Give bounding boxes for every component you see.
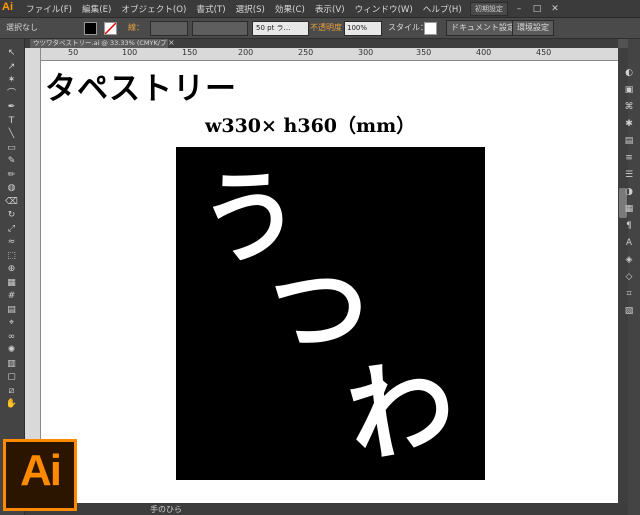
brush-dropdown[interactable]: 50 pt ラ… bbox=[252, 21, 309, 36]
scale-icon[interactable]: ⤢ bbox=[4, 223, 19, 235]
line-icon[interactable]: ╲ bbox=[4, 128, 19, 140]
logo-text: Ai bbox=[20, 446, 62, 495]
panel-icon[interactable]: ◈ bbox=[622, 255, 636, 266]
blend-icon[interactable]: ∞ bbox=[4, 331, 19, 343]
blob-brush-icon[interactable]: ◍ bbox=[4, 182, 19, 194]
panel-icon[interactable]: ⌘ bbox=[622, 102, 636, 113]
slice-icon[interactable]: ⧄ bbox=[4, 385, 19, 397]
none-slash-icon bbox=[105, 23, 116, 34]
artboard-title: タペストリー bbox=[45, 71, 237, 107]
selection-icon[interactable]: ↖ bbox=[4, 47, 19, 59]
graph-icon[interactable]: ▥ bbox=[4, 358, 19, 370]
panel-icon[interactable]: ▤ bbox=[622, 136, 636, 147]
ruler-tick: 250 bbox=[298, 48, 314, 57]
stroke-weight-dropdown[interactable] bbox=[150, 21, 188, 36]
menu-effect[interactable]: 効果(C) bbox=[275, 3, 305, 15]
rectangle-icon[interactable]: ▭ bbox=[4, 142, 19, 154]
menu-object[interactable]: オブジェクト(O) bbox=[121, 3, 186, 15]
mesh-icon[interactable]: # bbox=[4, 290, 19, 302]
panel-icon[interactable]: ◑ bbox=[622, 187, 636, 198]
status-bar bbox=[24, 503, 628, 515]
menu-view[interactable]: 表示(V) bbox=[315, 3, 345, 15]
paintbrush-icon[interactable]: ✎ bbox=[4, 155, 19, 167]
menu-type[interactable]: 書式(T) bbox=[196, 3, 225, 15]
ruler-tick: 350 bbox=[416, 48, 432, 57]
style-label: スタイル： bbox=[388, 23, 428, 32]
perspective-icon[interactable]: ▦ bbox=[4, 277, 19, 289]
menu-window[interactable]: ウィンドウ(W) bbox=[355, 3, 413, 15]
fill-swatch[interactable] bbox=[84, 22, 97, 35]
workspace-switcher[interactable]: 初期設定 bbox=[470, 2, 508, 16]
horizontal-ruler: 50 100 150 200 250 300 350 400 450 bbox=[40, 48, 618, 61]
hand-icon[interactable]: ✋ bbox=[4, 398, 19, 410]
ruler-tick: 100 bbox=[122, 48, 138, 57]
ruler-tick: 300 bbox=[358, 48, 374, 57]
stroke-label: 線： bbox=[128, 23, 144, 32]
variable-width-dropdown[interactable] bbox=[192, 21, 248, 36]
panel-icon[interactable]: A bbox=[622, 238, 636, 249]
tapestry-panel[interactable]: う つ わ bbox=[176, 147, 485, 480]
document-tab[interactable]: ウツワタペストリー.ai @ 33.33% (CMYK/プレビュー) bbox=[30, 39, 168, 48]
calligraphy-char-wa: わ bbox=[337, 338, 464, 481]
pencil-icon[interactable]: ✏ bbox=[4, 169, 19, 181]
tab-close-icon[interactable]: × bbox=[168, 38, 175, 47]
menu-edit[interactable]: 編集(E) bbox=[82, 3, 111, 15]
status-tool-label: 手のひら bbox=[150, 505, 182, 514]
artboard-canvas[interactable]: タペストリー w330× h360（mm） う つ わ bbox=[41, 61, 618, 503]
pen-icon[interactable]: ✒ bbox=[4, 101, 19, 113]
menu-help[interactable]: ヘルプ(H) bbox=[423, 3, 462, 15]
calligraphy-char-tsu: つ bbox=[262, 245, 374, 373]
free-transform-icon[interactable]: ⬚ bbox=[4, 250, 19, 262]
document-setup-button[interactable]: ドキュメント設定 bbox=[446, 20, 520, 36]
warp-icon[interactable]: ≈ bbox=[4, 236, 19, 248]
preferences-button[interactable]: 環境設定 bbox=[512, 20, 554, 36]
vertical-ruler bbox=[24, 48, 41, 503]
ruler-tick: 400 bbox=[476, 48, 492, 57]
ruler-tick: 450 bbox=[536, 48, 552, 57]
eraser-icon[interactable]: ⌫ bbox=[4, 196, 19, 208]
control-bar: 選択なし 線： 50 pt ラ… 不透明度 100% スタイル： ドキュメント設… bbox=[0, 18, 640, 39]
direct-selection-icon[interactable]: ↗ bbox=[4, 61, 19, 73]
ruler-tick: 200 bbox=[238, 48, 254, 57]
panel-icon[interactable]: ¶ bbox=[622, 221, 636, 232]
eyedropper-icon[interactable]: ⌖ bbox=[4, 317, 19, 329]
menu-select[interactable]: 選択(S) bbox=[236, 3, 265, 15]
gradient-icon[interactable]: ▤ bbox=[4, 304, 19, 316]
menubar-right: 初期設定 – □ ✕ bbox=[470, 2, 562, 16]
rotate-icon[interactable]: ↻ bbox=[4, 209, 19, 221]
maximize-icon[interactable]: □ bbox=[530, 3, 544, 15]
style-swatch[interactable] bbox=[424, 22, 437, 35]
ruler-tick: 150 bbox=[182, 48, 198, 57]
app-icon: Ai bbox=[2, 1, 13, 13]
panel-icon[interactable]: ▣ bbox=[622, 85, 636, 96]
stroke-swatch[interactable] bbox=[104, 22, 117, 35]
panel-icon[interactable]: ☰ bbox=[622, 170, 636, 181]
artboard-icon[interactable]: ▢ bbox=[4, 371, 19, 383]
ruler-tick: 50 bbox=[68, 48, 79, 57]
close-icon[interactable]: ✕ bbox=[548, 3, 562, 15]
menu-bar: Ai ファイル(F) 編集(E) オブジェクト(O) 書式(T) 選択(S) 効… bbox=[0, 0, 640, 18]
panel-icon[interactable]: ≡ bbox=[622, 153, 636, 164]
opacity-input[interactable]: 100% bbox=[344, 21, 382, 36]
panel-icon[interactable]: ▧ bbox=[622, 306, 636, 317]
magic-wand-icon[interactable]: ✶ bbox=[4, 74, 19, 86]
panel-icon[interactable]: ⌗ bbox=[622, 289, 636, 300]
selection-status: 選択なし bbox=[6, 23, 38, 32]
menu-file[interactable]: ファイル(F) bbox=[26, 3, 72, 15]
menu-list: ファイル(F) 編集(E) オブジェクト(O) 書式(T) 選択(S) 効果(C… bbox=[26, 3, 472, 15]
panel-icon[interactable]: ◇ bbox=[622, 272, 636, 283]
illustrator-logo: Ai bbox=[3, 439, 77, 511]
type-icon[interactable]: T bbox=[4, 115, 19, 127]
symbol-sprayer-icon[interactable]: ✺ bbox=[4, 344, 19, 356]
opacity-label[interactable]: 不透明度 bbox=[310, 21, 342, 34]
artboard-dimensions: w330× h360（mm） bbox=[205, 115, 416, 137]
lasso-icon[interactable]: ⌒ bbox=[4, 88, 19, 100]
minimize-icon[interactable]: – bbox=[512, 3, 526, 15]
panel-icon[interactable]: ▦ bbox=[622, 204, 636, 215]
panel-icon[interactable]: ◐ bbox=[622, 68, 636, 79]
panel-icon[interactable]: ✱ bbox=[622, 119, 636, 130]
shape-builder-icon[interactable]: ⊕ bbox=[4, 263, 19, 275]
